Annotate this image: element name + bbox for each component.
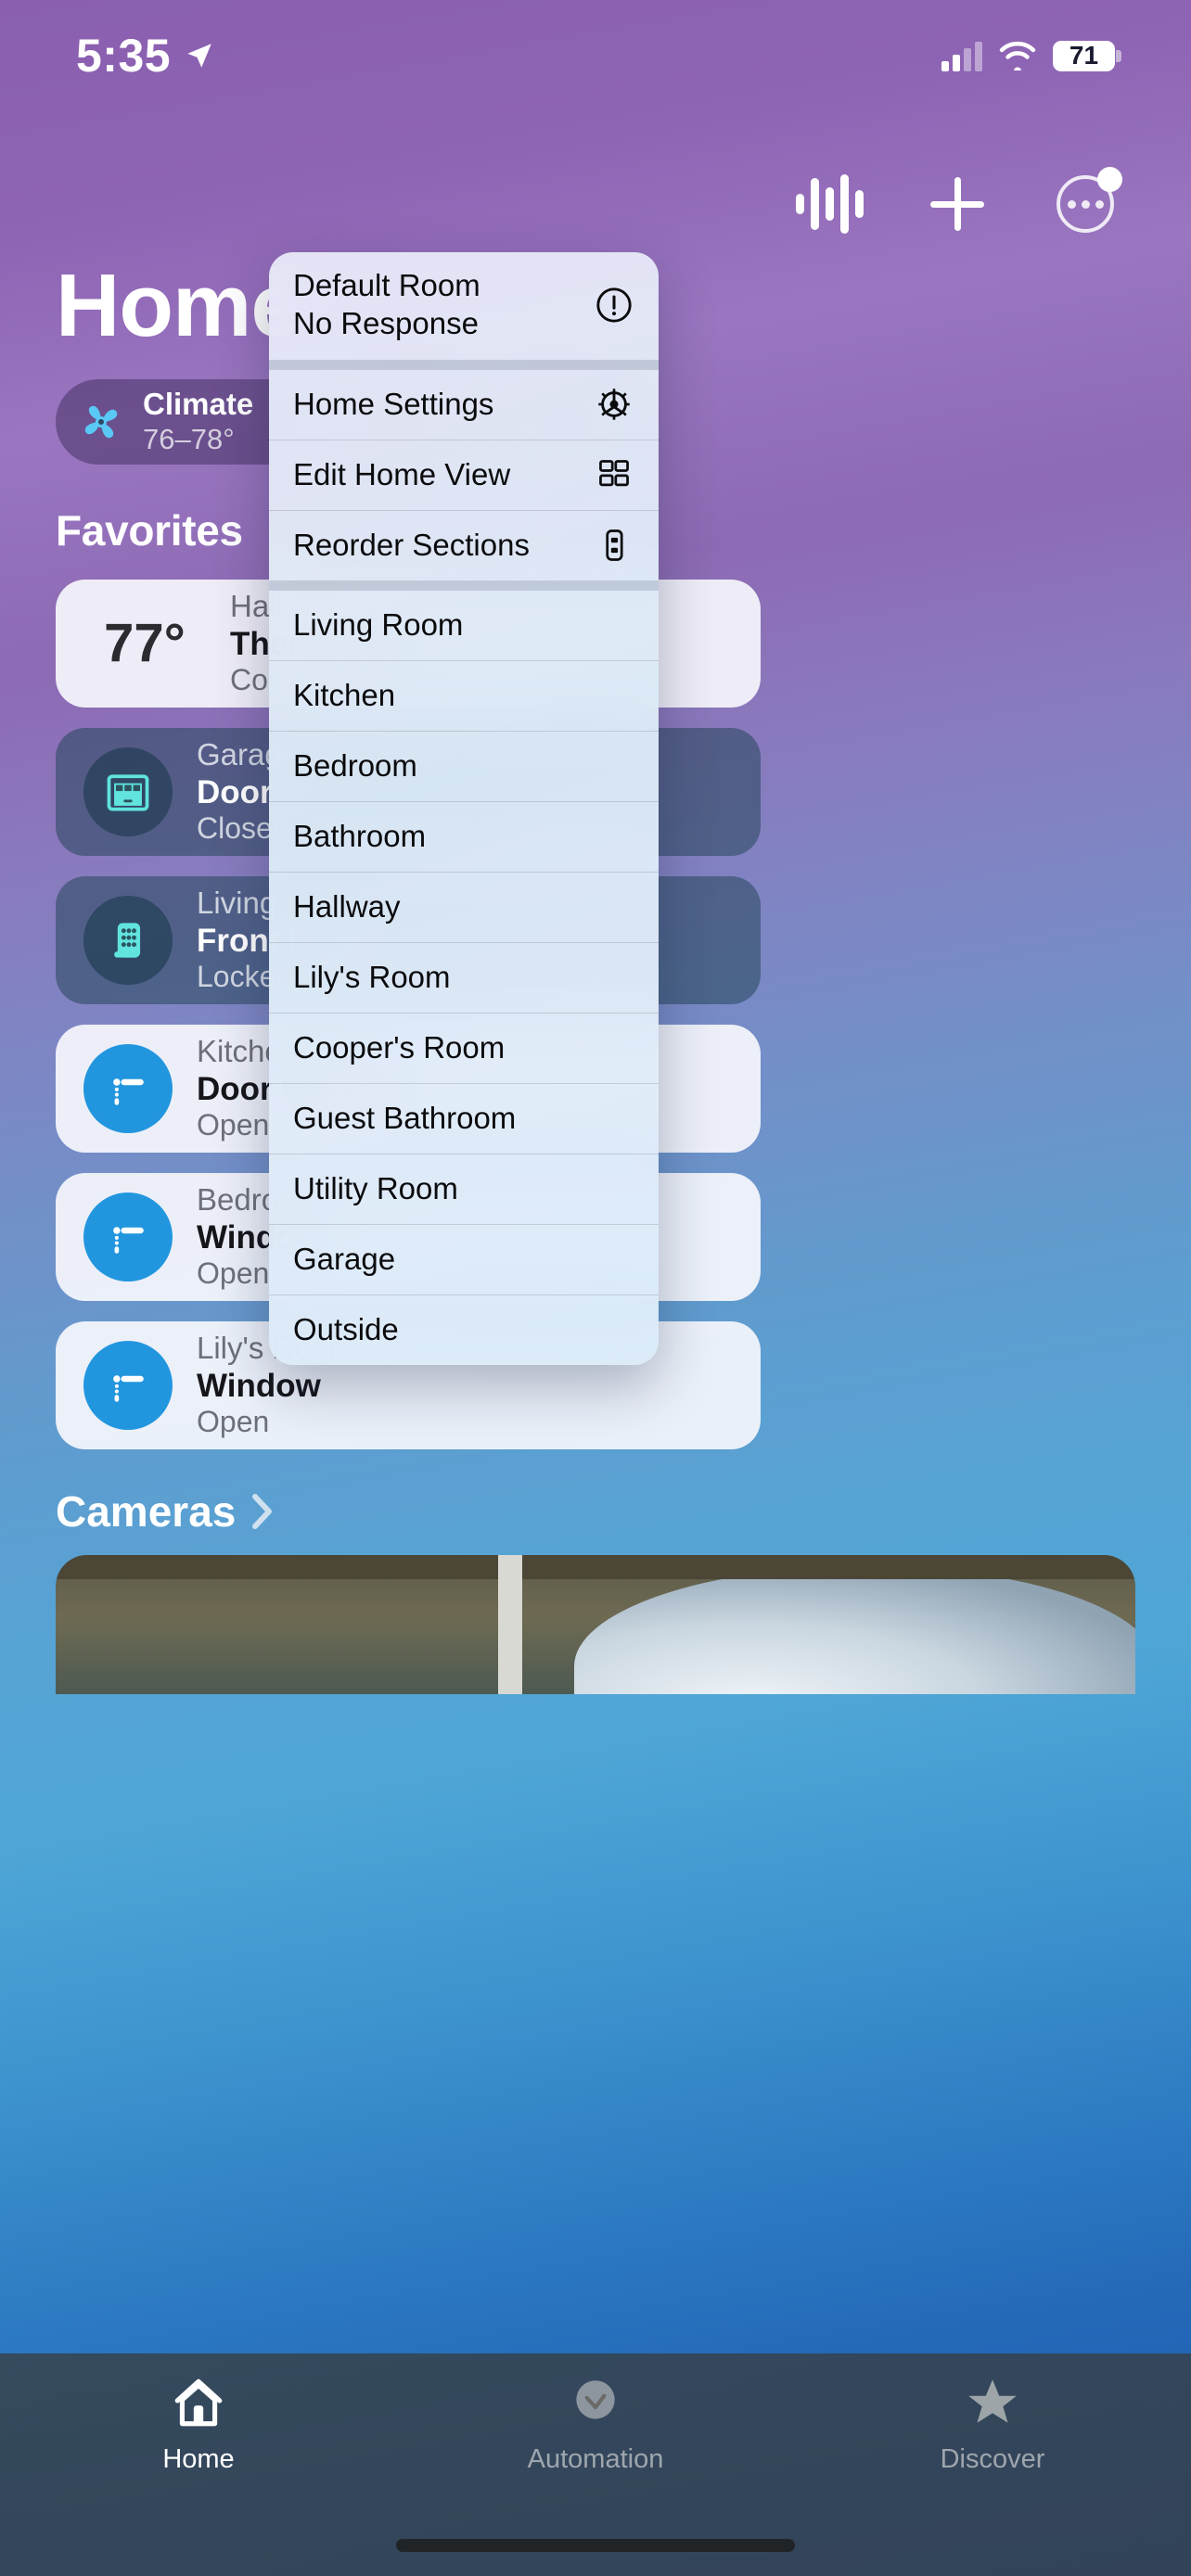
cameras-section-title: Cameras <box>56 1486 236 1537</box>
menu-item-reorder-sections[interactable]: Reorder Sections <box>269 511 659 580</box>
tab-home[interactable]: Home <box>0 2370 397 2475</box>
tab-home-label: Home <box>162 2444 234 2475</box>
chevron-right-icon <box>252 1494 273 1529</box>
window-sensor-icon <box>83 1192 173 1282</box>
location-arrow-icon <box>184 40 215 71</box>
menu-item-room-label: Utility Room <box>293 1170 458 1208</box>
menu-item-room-guest-bathroom[interactable]: Guest Bathroom <box>269 1084 659 1154</box>
audio-waveform-icon <box>796 174 864 234</box>
menu-item-room-label: Bathroom <box>293 818 426 856</box>
status-chip-climate-title: Climate <box>143 387 253 422</box>
status-bar-right: 71 <box>941 40 1115 71</box>
tab-automation[interactable]: Automation <box>397 2370 794 2475</box>
add-button[interactable] <box>922 169 992 239</box>
menu-item-room-label: Outside <box>293 1311 399 1349</box>
checkmark-icon <box>567 2370 624 2435</box>
menu-item-room-label: Hallway <box>293 888 401 926</box>
window-sensor-icon <box>83 1044 173 1133</box>
top-toolbar <box>0 153 1191 255</box>
status-bar-left: 5:35 <box>76 29 215 83</box>
menu-item-status[interactable]: Default Room No Response <box>269 252 659 360</box>
menu-item-room-bathroom[interactable]: Bathroom <box>269 802 659 872</box>
reorder-list-icon <box>594 525 634 566</box>
garage-door-icon <box>83 747 173 836</box>
menu-item-room-coopers-room[interactable]: Cooper's Room <box>269 1014 659 1083</box>
menu-item-home-settings[interactable]: Home Settings <box>269 370 659 440</box>
menu-item-room-outside[interactable]: Outside <box>269 1295 659 1365</box>
status-chip-climate-text: Climate 76–78° <box>143 387 253 456</box>
home-context-menu: Default Room No Response Home Settings <box>269 252 659 1365</box>
menu-item-room-label: Garage <box>293 1241 395 1279</box>
menu-item-room-label: Cooper's Room <box>293 1029 505 1067</box>
window-sensor-icon <box>83 1341 173 1430</box>
menu-item-home-settings-label: Home Settings <box>293 386 493 424</box>
menu-separator-thick <box>269 360 659 370</box>
camera-preview-beam <box>56 1555 1135 1579</box>
menu-item-room-label: Lily's Room <box>293 959 451 997</box>
camera-preview-post <box>498 1555 522 1694</box>
thermostat-temperature: 77° <box>83 612 206 674</box>
menu-item-edit-home-view[interactable]: Edit Home View <box>269 440 659 510</box>
door-lock-keypad-icon <box>83 896 173 985</box>
house-icon <box>170 2370 227 2435</box>
exclamation-circle-icon <box>594 285 634 325</box>
notification-dot-icon <box>1097 167 1122 192</box>
camera-preview[interactable] <box>56 1555 1135 1694</box>
grid-icon <box>594 454 634 495</box>
menu-item-room-kitchen[interactable]: Kitchen <box>269 661 659 731</box>
menu-status-line2: No Response <box>293 305 480 343</box>
menu-item-room-hallway[interactable]: Hallway <box>269 873 659 942</box>
tab-bar: Home Automation Discover <box>0 2353 1191 2576</box>
status-chip-climate-subtitle: 76–78° <box>143 422 253 456</box>
battery-percentage: 71 <box>1053 41 1115 71</box>
cellular-signal-icon <box>941 40 982 71</box>
menu-item-edit-home-view-label: Edit Home View <box>293 456 510 494</box>
menu-item-room-bedroom[interactable]: Bedroom <box>269 732 659 801</box>
tab-discover-label: Discover <box>941 2444 1045 2475</box>
camera-preview-sky <box>574 1566 1135 1694</box>
menu-item-room-lilys-room[interactable]: Lily's Room <box>269 943 659 1013</box>
menu-item-room-label: Guest Bathroom <box>293 1100 516 1138</box>
cameras-section-header[interactable]: Cameras <box>56 1486 1191 1537</box>
menu-status-text: Default Room No Response <box>293 267 480 343</box>
card-device-name: Window <box>197 1367 354 1405</box>
menu-status-line1: Default Room <box>293 268 480 302</box>
wifi-icon <box>998 41 1037 70</box>
plus-icon <box>930 177 984 231</box>
menu-item-room-label: Living Room <box>293 606 463 644</box>
home-indicator <box>396 2539 795 2552</box>
card-state-label: Open <box>197 1405 354 1440</box>
fan-icon <box>76 397 126 447</box>
menu-item-room-utility-room[interactable]: Utility Room <box>269 1154 659 1224</box>
more-options-button[interactable] <box>1050 169 1121 239</box>
star-icon <box>964 2370 1021 2435</box>
audio-waveform-button[interactable] <box>794 169 864 239</box>
menu-item-room-living-room[interactable]: Living Room <box>269 591 659 660</box>
menu-item-reorder-sections-label: Reorder Sections <box>293 527 530 565</box>
tab-discover[interactable]: Discover <box>794 2370 1191 2475</box>
status-bar-time: 5:35 <box>76 29 171 83</box>
tab-automation-label: Automation <box>528 2444 664 2475</box>
gear-icon <box>594 384 634 425</box>
battery-icon: 71 <box>1053 41 1115 71</box>
menu-item-room-label: Kitchen <box>293 677 395 715</box>
menu-separator-thick <box>269 580 659 591</box>
menu-item-room-label: Bedroom <box>293 747 417 785</box>
menu-item-room-garage[interactable]: Garage <box>269 1225 659 1294</box>
status-bar: 5:35 71 <box>0 0 1191 111</box>
